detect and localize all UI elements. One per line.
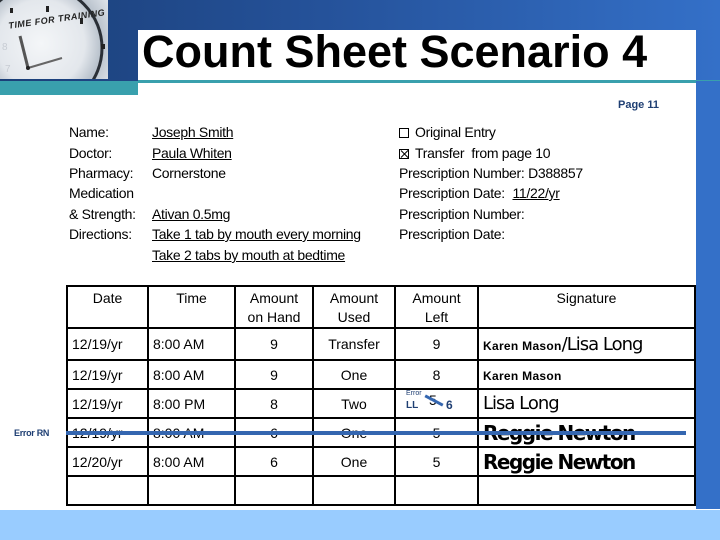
error-initials: LL <box>406 400 419 411</box>
right-accent-bar <box>696 81 720 509</box>
cell-used: Two <box>312 388 396 419</box>
svg-text:7: 7 <box>5 64 11 75</box>
cell-date: 12/19/yr <box>66 327 149 361</box>
cell-date: 12/20/yr <box>66 446 149 477</box>
doctor-value: Paula Whiten <box>152 145 232 161</box>
header-amount-used: Amount Used <box>312 285 396 329</box>
page-number: Page 11 <box>618 99 659 111</box>
cell-on-hand: 9 <box>234 359 314 390</box>
table-row: 12/19/yr 8:00 AM 9 Transfer 9 Karen Maso… <box>66 327 696 361</box>
strength-value: Ativan 0.5mg <box>152 206 231 222</box>
header-signature: Signature <box>477 285 696 329</box>
page-title: Count Sheet Scenario 4 <box>142 26 648 77</box>
svg-text:8: 8 <box>2 42 8 53</box>
signature-handwritten: Lisa Long <box>483 393 560 414</box>
error-annotation: Error RN <box>14 428 50 438</box>
rx-date-value: 11/22/yr <box>512 185 560 201</box>
cell-used: One <box>312 446 396 477</box>
cell-left: 8 <box>394 359 479 390</box>
rx-number-value: D388857 <box>528 165 583 181</box>
time-for-training-logo: 7 8 TIME FOR TRAINING <box>0 0 108 79</box>
rx-date-2-label: Prescription Date: <box>399 226 505 242</box>
transfer-label: Transfer from page 10 <box>415 145 551 161</box>
header-amount-on-hand: Amount on Hand <box>234 285 314 329</box>
rx-number-label: Prescription Number: <box>399 165 525 181</box>
cell-on-hand[interactable] <box>234 475 314 506</box>
cell-date[interactable] <box>66 475 149 506</box>
bottom-band <box>0 510 720 540</box>
error-note: Error <box>406 390 422 397</box>
cell-time: 8:00 AM <box>147 446 236 477</box>
directions-label: Directions: <box>69 226 132 242</box>
table-row-empty <box>66 475 696 506</box>
cell-left[interactable] <box>394 475 479 506</box>
cell-signature[interactable] <box>477 475 696 506</box>
cell-signature: Karen Mason/Lisa Long <box>477 327 696 361</box>
table-row: 12/20/yr 8:00 AM 6 One 5 Reggie Newton <box>66 446 696 477</box>
cell-left: 9 <box>394 327 479 361</box>
pharmacy-value: Cornerstone <box>152 165 226 181</box>
table-row: 12/19/yr 8:00 PM 8 Two Error 5 LL 6 Lisa… <box>66 388 696 419</box>
cell-left-corrected: Error 5 LL 6 <box>394 388 479 419</box>
cell-used[interactable] <box>312 475 396 506</box>
cell-signature: Lisa Long <box>477 388 696 419</box>
directions-line-1: Take 1 tab by mouth every morning <box>152 226 361 242</box>
cell-left: 5 <box>394 446 479 477</box>
title-box: Count Sheet Scenario 4 <box>138 26 696 80</box>
pharmacy-label: Pharmacy: <box>69 165 134 181</box>
signature-handwritten: Reggie Newton <box>483 449 636 474</box>
name-value: Joseph Smith <box>152 124 234 140</box>
rx-number-2-label: Prescription Number: <box>399 206 525 222</box>
cell-date: 12/19/yr <box>66 388 149 419</box>
cell-on-hand: 6 <box>234 446 314 477</box>
table-header-row: Date Time Amount on Hand Amount Used Amoun… <box>66 285 696 329</box>
count-table: Date Time Amount on Hand Amount Used Amoun… <box>66 285 696 506</box>
corrected-value: 6 <box>446 398 453 412</box>
original-entry-label: Original Entry <box>415 124 496 140</box>
name-label: Name: <box>69 124 109 140</box>
header-time: Time <box>147 285 236 329</box>
cell-time: 8:00 AM <box>147 327 236 361</box>
rx-date-label: Prescription Date: <box>399 185 505 201</box>
signature-handwritten: /Lisa Long <box>561 333 644 355</box>
cell-used: One <box>312 359 396 390</box>
transfer-checkbox[interactable] <box>399 149 409 159</box>
table-row: 12/19/yr 8:00 AM 9 One 8 Karen Mason <box>66 359 696 390</box>
teal-accent-bar <box>0 81 138 95</box>
cell-date: 12/19/yr <box>66 359 149 390</box>
signature-print: Karen Mason <box>483 368 562 383</box>
original-entry-checkbox[interactable] <box>399 128 409 138</box>
directions-line-2: Take 2 tabs by mouth at bedtime <box>152 247 346 263</box>
cell-on-hand: 9 <box>234 327 314 361</box>
medication-label: Medication <box>69 185 134 201</box>
cell-time: 8:00 PM <box>147 388 236 419</box>
cell-time[interactable] <box>147 475 236 506</box>
cell-on-hand: 8 <box>234 388 314 419</box>
cell-signature: Karen Mason <box>477 359 696 390</box>
doctor-label: Doctor: <box>69 145 113 161</box>
strikethrough-line <box>66 431 686 435</box>
signature-print: Karen Mason <box>483 338 562 353</box>
header-amount-left: Amount Left <box>394 285 479 329</box>
strength-label: & Strength: <box>69 206 136 222</box>
title-underline <box>138 80 720 83</box>
cell-time: 8:00 AM <box>147 359 236 390</box>
header-date: Date <box>66 285 149 329</box>
cell-signature: Reggie Newton <box>477 446 696 477</box>
cell-used: Transfer <box>312 327 396 361</box>
